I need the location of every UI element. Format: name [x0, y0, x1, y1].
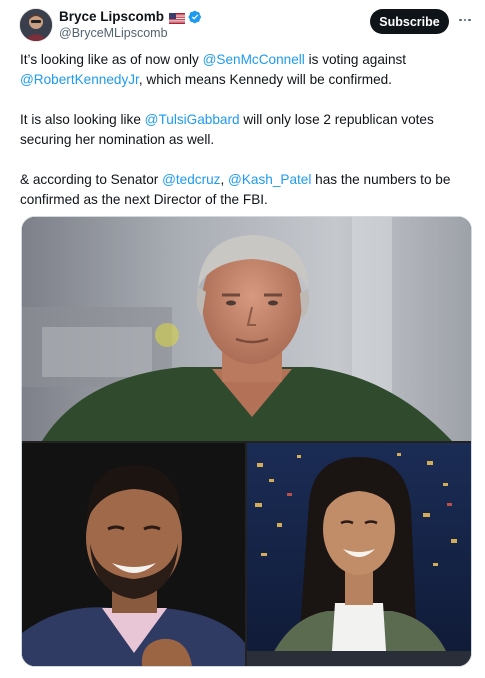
tweet-paragraph-1: It’s looking like as of now only @SenMcC…	[20, 50, 470, 90]
author-name-row: Bryce Lipscomb	[59, 9, 202, 24]
text-segment: It’s looking like as of now only	[20, 52, 203, 67]
tweet-text: It’s looking like as of now only @SenMcC…	[20, 50, 470, 230]
mention-link[interactable]: @SenMcConnell	[203, 52, 305, 67]
tweet-paragraph-3: & according to Senator @tedcruz, @Kash_P…	[20, 170, 470, 210]
media-grid	[21, 216, 472, 667]
more-dots-icon[interactable]	[457, 12, 473, 28]
us-flag-icon	[169, 11, 186, 24]
tweet-card: Bryce Lipscomb @BryceMLipscomb Subscribe	[0, 0, 485, 678]
media-photo-2[interactable]	[22, 443, 245, 666]
text-segment: is voting against	[304, 52, 407, 67]
mention-link[interactable]: @TulsiGabbard	[145, 112, 240, 127]
tweet-paragraph-2: It is also looking like @TulsiGabbard wi…	[20, 110, 470, 150]
text-segment: ,	[220, 172, 229, 187]
media-photo-3[interactable]	[247, 443, 471, 666]
mention-link[interactable]: @Kash_Patel	[228, 172, 311, 187]
avatar[interactable]	[19, 8, 53, 42]
author-handle[interactable]: @BryceMLipscomb	[59, 26, 168, 40]
text-segment: & according to Senator	[20, 172, 163, 187]
avatar-image	[20, 9, 52, 41]
mention-link[interactable]: @RobertKennedyJr	[20, 72, 139, 87]
media-photo-1[interactable]	[22, 217, 471, 441]
text-segment: , which means Kennedy will be confirmed.	[138, 72, 392, 87]
text-segment: It is also looking like	[20, 112, 145, 127]
author-display-name[interactable]: Bryce Lipscomb	[59, 9, 164, 24]
verified-badge-icon[interactable]	[188, 10, 202, 24]
mention-link[interactable]: @tedcruz	[162, 172, 220, 187]
subscribe-button[interactable]: Subscribe	[370, 9, 449, 34]
